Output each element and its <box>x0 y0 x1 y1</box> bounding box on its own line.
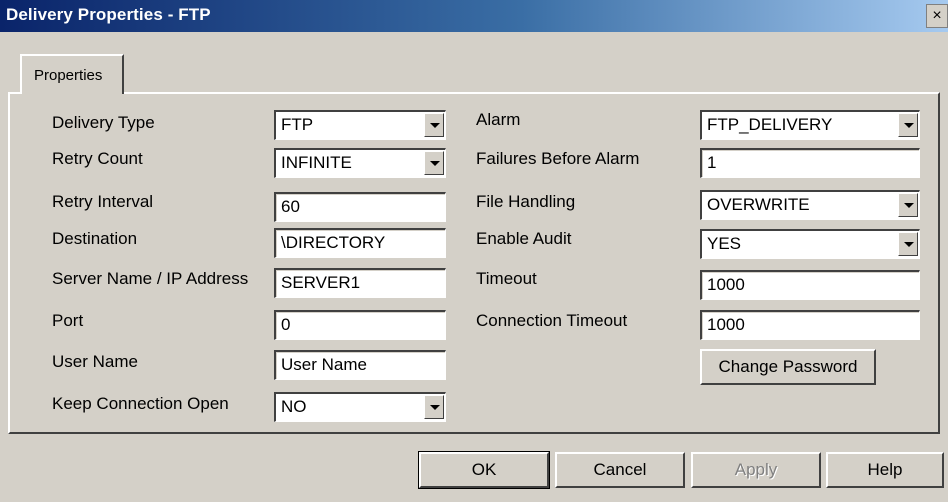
tab-properties-label: Properties <box>34 67 103 84</box>
chevron-down-icon[interactable] <box>424 151 444 175</box>
file-handling-value: OVERWRITE <box>707 195 810 214</box>
chevron-down-icon[interactable] <box>424 113 444 137</box>
enable-audit-label: Enable Audit <box>476 229 572 248</box>
cancel-button[interactable]: Cancel <box>555 452 685 488</box>
chevron-down-icon[interactable] <box>898 113 918 137</box>
change-password-button[interactable]: Change Password <box>700 349 876 385</box>
ok-button[interactable]: OK <box>418 451 550 489</box>
delivery-type-value: FTP <box>281 115 314 134</box>
file-handling-label: File Handling <box>476 192 576 211</box>
help-button[interactable]: Help <box>826 452 944 488</box>
alarm-select[interactable]: FTP_DELIVERY <box>700 110 920 140</box>
retry-count-value: INFINITE <box>281 153 352 172</box>
connection-timeout-label: Connection Timeout <box>476 311 628 330</box>
delivery-type-label: Delivery Type <box>52 113 155 132</box>
retry-interval-label: Retry Interval <box>52 192 154 211</box>
file-handling-select[interactable]: OVERWRITE <box>700 190 920 220</box>
user-name-label: User Name <box>52 352 138 371</box>
delivery-properties-dialog: Delivery Properties - FTP × Properties D… <box>0 0 948 502</box>
delivery-type-select[interactable]: FTP <box>274 110 446 140</box>
close-icon: × <box>932 7 942 24</box>
failures-before-alarm-field[interactable]: 1 <box>700 148 920 178</box>
failures-before-alarm-label: Failures Before Alarm <box>476 149 640 168</box>
connection-timeout-field[interactable]: 1000 <box>700 310 920 340</box>
close-button[interactable]: × <box>926 4 948 28</box>
retry-count-select[interactable]: INFINITE <box>274 148 446 178</box>
destination-field[interactable]: \DIRECTORY <box>274 228 446 258</box>
port-label: Port <box>52 311 84 330</box>
chevron-down-icon[interactable] <box>898 193 918 217</box>
retry-interval-field[interactable]: 60 <box>274 192 446 222</box>
apply-button[interactable]: Apply <box>691 452 821 488</box>
keep-connection-open-label: Keep Connection Open <box>52 394 229 413</box>
alarm-label: Alarm <box>476 110 521 129</box>
enable-audit-select[interactable]: YES <box>700 229 920 259</box>
window-title: Delivery Properties - FTP <box>6 5 211 24</box>
chevron-down-icon[interactable] <box>898 232 918 256</box>
timeout-field[interactable]: 1000 <box>700 270 920 300</box>
server-name-label: Server Name / IP Address <box>52 269 249 288</box>
port-field[interactable]: 0 <box>274 310 446 340</box>
keep-connection-open-select[interactable]: NO <box>274 392 446 422</box>
title-bar[interactable]: Delivery Properties - FTP × <box>0 0 948 32</box>
retry-count-label: Retry Count <box>52 149 143 168</box>
enable-audit-value: YES <box>707 234 742 253</box>
chevron-down-icon[interactable] <box>424 395 444 419</box>
alarm-value: FTP_DELIVERY <box>707 115 833 134</box>
destination-label: Destination <box>52 229 138 248</box>
user-name-field[interactable]: User Name <box>274 350 446 380</box>
tab-properties[interactable]: Properties <box>20 54 124 94</box>
server-name-field[interactable]: SERVER1 <box>274 268 446 298</box>
keep-connection-open-value: NO <box>281 397 307 416</box>
timeout-label: Timeout <box>476 269 537 288</box>
